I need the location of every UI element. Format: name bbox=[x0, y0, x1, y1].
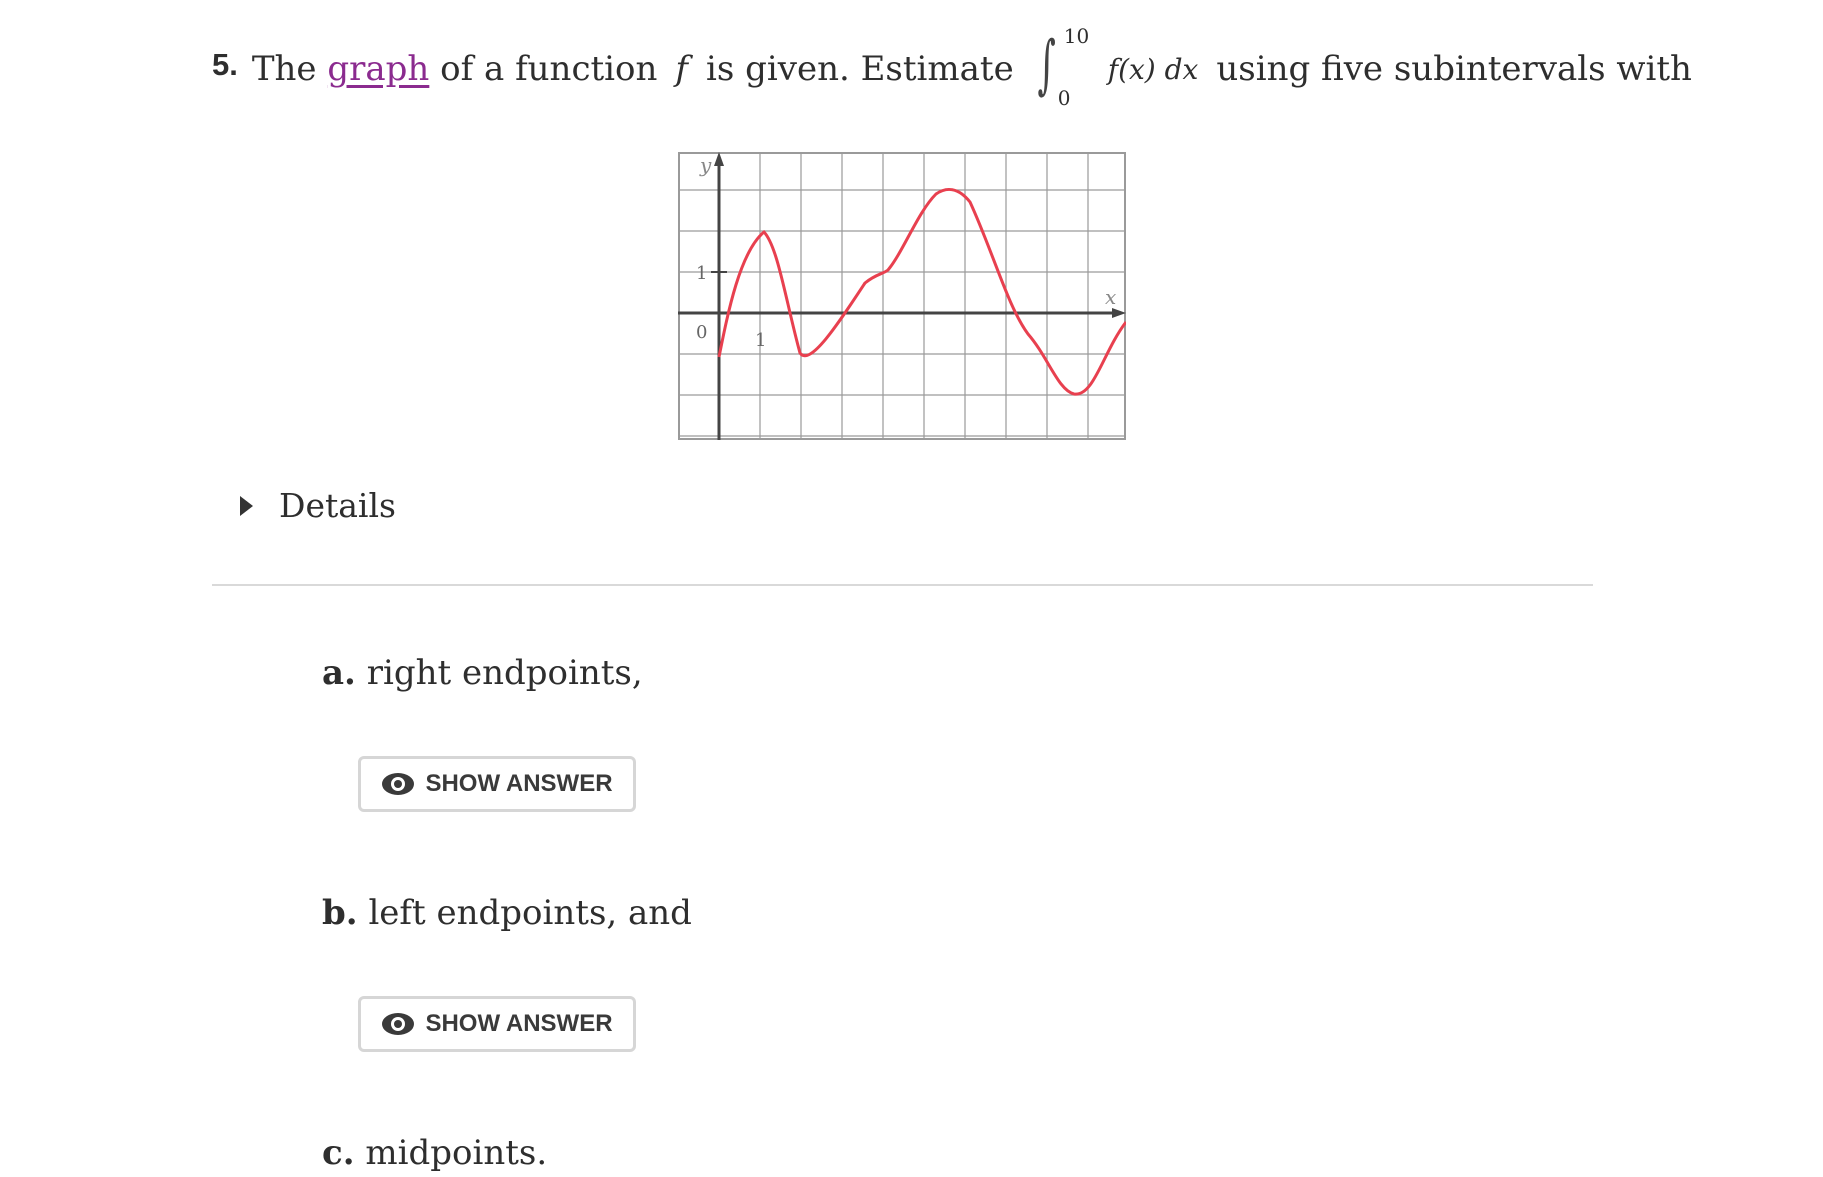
part-b-letter: b. bbox=[322, 893, 358, 933]
integral-expression: ∫ 10 0 bbox=[1028, 24, 1098, 110]
eye-icon bbox=[382, 1013, 415, 1035]
caret-right-icon bbox=[240, 495, 253, 516]
question-text-end: using five subintervals with bbox=[1216, 49, 1692, 89]
part-c: c. midpoints. bbox=[322, 1133, 547, 1173]
function-symbol: f bbox=[675, 49, 688, 89]
part-b: b. left endpoints, and bbox=[322, 893, 692, 933]
details-label: Details bbox=[279, 486, 396, 525]
show-answer-label-b: SHOW ANSWER bbox=[425, 1010, 613, 1037]
y-tick-label: 1 bbox=[696, 263, 707, 284]
graph-link[interactable]: graph bbox=[327, 49, 429, 89]
x-axis-label: x bbox=[1105, 285, 1116, 309]
divider bbox=[212, 584, 1593, 586]
y-axis-arrow bbox=[714, 152, 724, 166]
x-axis-arrow bbox=[1112, 308, 1126, 318]
show-answer-label-a: SHOW ANSWER bbox=[425, 770, 613, 797]
question-text-estimate: is given. Estimate bbox=[706, 49, 1014, 89]
grid-border bbox=[678, 152, 1126, 440]
question-text: 5. The graph of a function f is given. E… bbox=[212, 24, 1692, 110]
question-number: 5. bbox=[212, 47, 238, 82]
origin-label: 0 bbox=[696, 322, 707, 343]
part-a: a. right endpoints, bbox=[322, 653, 643, 693]
show-answer-button-a[interactable]: SHOW ANSWER bbox=[358, 756, 636, 812]
part-a-text: right endpoints, bbox=[366, 653, 643, 693]
show-answer-button-b[interactable]: SHOW ANSWER bbox=[358, 996, 636, 1052]
y-axis-label: y bbox=[699, 153, 712, 177]
integral-upper-limit: 10 bbox=[1063, 24, 1090, 48]
part-a-letter: a. bbox=[322, 653, 356, 693]
part-c-text: midpoints. bbox=[365, 1133, 548, 1173]
integral-lower-limit: 0 bbox=[1057, 86, 1071, 110]
details-toggle[interactable]: Details bbox=[240, 486, 396, 525]
integral-sign: ∫ bbox=[1037, 28, 1056, 102]
question-text-mid: of a function bbox=[440, 49, 658, 89]
function-curve bbox=[717, 188, 1126, 396]
integrand: f(x) dx bbox=[1107, 52, 1199, 86]
part-c-letter: c. bbox=[322, 1133, 355, 1173]
x-tick-label: 1 bbox=[755, 330, 766, 351]
eye-icon bbox=[382, 773, 415, 795]
graph-grid bbox=[678, 152, 1126, 440]
function-graph: y x 1 0 1 bbox=[678, 152, 1126, 440]
part-b-text: left endpoints, and bbox=[368, 893, 692, 933]
question-text-start: The bbox=[251, 49, 317, 89]
